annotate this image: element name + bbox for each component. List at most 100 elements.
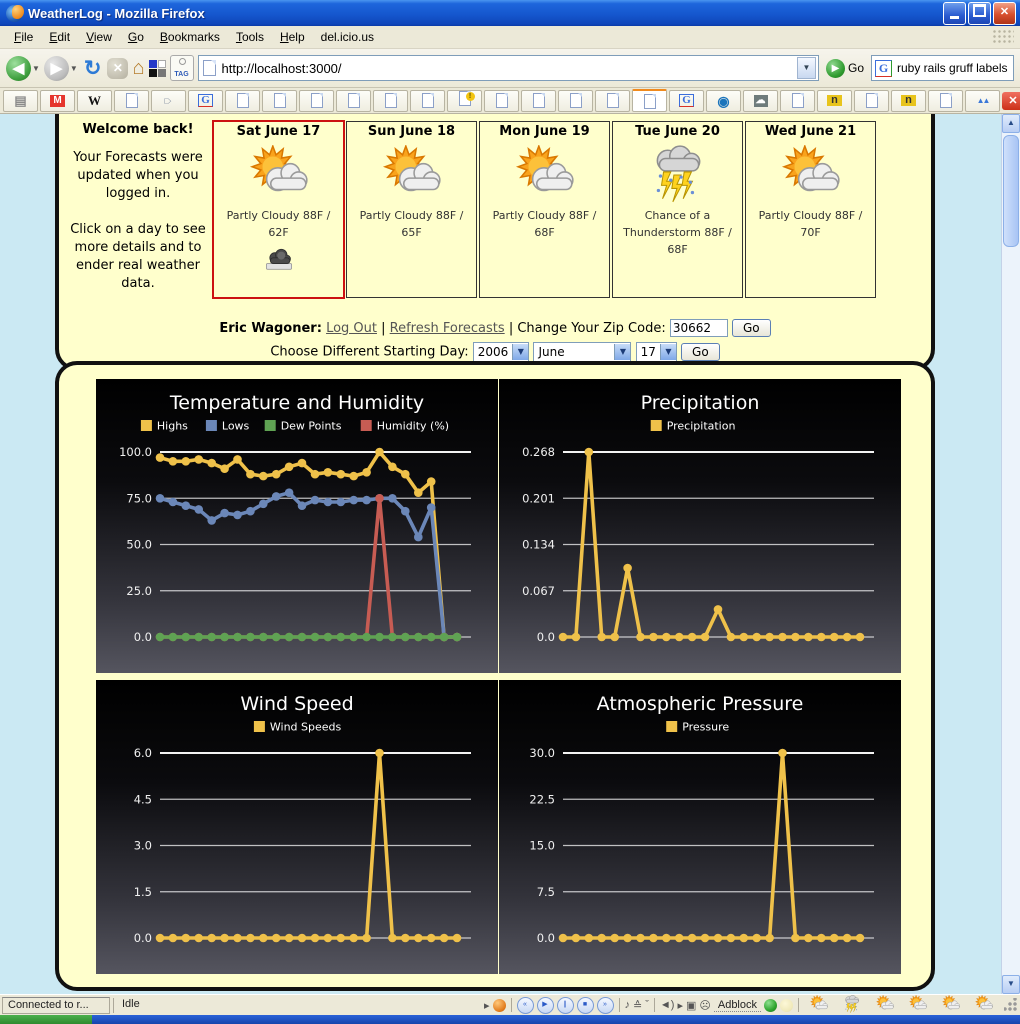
menu-bookmarks[interactable]: Bookmarks	[152, 28, 228, 46]
bookmark-item-6[interactable]	[225, 90, 260, 112]
stop-icon[interactable]: ■	[577, 997, 594, 1014]
bookmark-item-12[interactable]: !	[447, 90, 482, 112]
day-card-2[interactable]: Mon June 19Partly Cloudy 88F / 68F	[479, 121, 610, 298]
url-bar[interactable]: ▼	[198, 55, 819, 81]
search-bar[interactable]: G	[871, 55, 1014, 81]
start-day-go-button[interactable]: Go	[681, 343, 720, 361]
bookmarks-close-icon[interactable]: ✕	[1002, 92, 1020, 110]
resize-grip[interactable]	[1004, 998, 1018, 1012]
adblock-label[interactable]: Adblock	[714, 999, 761, 1012]
google-logo-icon[interactable]: G	[875, 60, 892, 77]
bookmark-item-9[interactable]	[336, 90, 371, 112]
back-dropdown-icon[interactable]: ▼	[32, 64, 40, 73]
bookmark-item-8[interactable]	[299, 90, 334, 112]
previous-icon[interactable]: «	[517, 997, 534, 1014]
day-select[interactable]: 17▼	[636, 342, 677, 362]
play-icon[interactable]: ▶	[537, 997, 554, 1014]
scroll-down-icon[interactable]: ▼	[1002, 975, 1020, 994]
scrollbar-track[interactable]	[1002, 249, 1020, 975]
month-select[interactable]: June▼	[533, 342, 631, 362]
bookmark-item-14[interactable]	[521, 90, 556, 112]
bookmark-item-25[interactable]	[928, 90, 963, 112]
tile-view-button[interactable]	[149, 60, 166, 77]
sad-face-icon[interactable]: ☹	[699, 999, 710, 1012]
bookmark-item-24[interactable]: n	[891, 90, 926, 112]
vertical-scrollbar[interactable]: ▲ ▼	[1001, 114, 1020, 994]
window-icon[interactable]: ▣	[686, 999, 696, 1012]
minimize-button[interactable]	[943, 2, 966, 25]
forward-button[interactable]: ▶▼	[44, 56, 78, 81]
next-icon[interactable]: »	[597, 997, 614, 1014]
maximize-button[interactable]	[968, 2, 991, 25]
menu-help[interactable]: Help	[272, 28, 313, 46]
bookmark-item-4[interactable]: ⌂	[151, 90, 186, 112]
day-card-4[interactable]: Wed June 21Partly Cloudy 88F / 70F	[745, 121, 876, 298]
close-button[interactable]: ✕	[993, 2, 1016, 25]
url-dropdown-icon[interactable]: ▼	[797, 57, 816, 79]
zip-input[interactable]	[670, 319, 728, 337]
tiles-icon	[149, 60, 166, 77]
tag-button[interactable]: TAG	[170, 55, 194, 81]
bookmark-item-26[interactable]: ▲▲	[965, 90, 1000, 112]
eject-icon[interactable]: ≙	[633, 999, 642, 1012]
collapse-icon[interactable]: ˇ	[645, 999, 649, 1011]
forward-dropdown-icon[interactable]: ▼	[70, 64, 78, 73]
forecastfox-partly-cloudy-icon[interactable]	[807, 995, 831, 1016]
volume-icon[interactable]: ◄)	[660, 999, 675, 1011]
zip-go-button[interactable]: Go	[732, 319, 771, 337]
url-input[interactable]	[220, 60, 793, 77]
forecastfox-partly-cloudy-icon[interactable]	[939, 995, 963, 1016]
adblock-status-icon[interactable]	[764, 999, 777, 1012]
scrollbar-thumb[interactable]	[1003, 135, 1019, 247]
day-card-1[interactable]: Sun June 18Partly Cloudy 88F / 65F	[346, 121, 477, 298]
home-button[interactable]: ⌂	[132, 57, 144, 80]
menu-del-icio-us[interactable]: del.icio.us	[313, 28, 382, 46]
scroll-up-icon[interactable]: ▲	[1002, 114, 1020, 133]
bookmark-item-21[interactable]	[780, 90, 815, 112]
bookmark-item-5[interactable]: G	[188, 90, 223, 112]
bookmark-item-13[interactable]	[484, 90, 519, 112]
bookmark-item-20[interactable]: ☁	[743, 90, 778, 112]
partly-cloudy-icon	[972, 995, 996, 1013]
forecastfox-thunderstorm-icon[interactable]	[840, 995, 864, 1016]
bookmark-item-17[interactable]	[632, 89, 667, 112]
day-card-3[interactable]: Tue June 20Chance of a Thunderstorm 88F …	[612, 121, 743, 298]
refresh-forecasts-link[interactable]: Refresh Forecasts	[390, 321, 505, 336]
bookmark-item-11[interactable]	[410, 90, 445, 112]
foxytunes-icon[interactable]	[493, 999, 506, 1012]
bookmark-item-16[interactable]	[595, 90, 630, 112]
menu-view[interactable]: View	[78, 28, 120, 46]
bookmark-item-0[interactable]: ▤	[3, 90, 38, 112]
menu-go[interactable]: Go	[120, 28, 152, 46]
search-input[interactable]	[895, 60, 1010, 76]
svg-text:0.0: 0.0	[134, 931, 152, 945]
bookmark-item-3[interactable]	[114, 90, 149, 112]
bookmark-item-7[interactable]	[262, 90, 297, 112]
forecastfox-partly-cloudy-icon[interactable]	[906, 995, 930, 1016]
bookmark-item-23[interactable]	[854, 90, 889, 112]
stop-button[interactable]: ✕	[107, 58, 128, 79]
bookmark-item-22[interactable]: n	[817, 90, 852, 112]
day-card-0[interactable]: Sat June 17Partly Cloudy 88F / 62F	[212, 120, 345, 299]
logout-link[interactable]: Log Out	[326, 321, 377, 336]
year-select[interactable]: 2006▼	[473, 342, 530, 362]
forecastfox-partly-cloudy-icon[interactable]	[972, 995, 996, 1016]
reload-button[interactable]: ↻	[82, 56, 104, 81]
bookmark-item-18[interactable]: G	[669, 90, 704, 112]
pause-icon[interactable]: ∥	[557, 997, 574, 1014]
menu-edit[interactable]: Edit	[41, 28, 78, 46]
menu-tools[interactable]: Tools	[228, 28, 272, 46]
bookmark-item-2[interactable]: W	[77, 90, 112, 112]
music-note-icon[interactable]: ♪	[625, 999, 631, 1011]
arrow-icon[interactable]: ▸	[677, 999, 683, 1012]
bookmark-item-15[interactable]	[558, 90, 593, 112]
back-button[interactable]: ◀▼	[6, 56, 40, 81]
go-button[interactable]: ▶ Go	[823, 59, 867, 78]
bookmark-item-19[interactable]: ◉	[706, 90, 741, 112]
menu-file[interactable]: File	[6, 28, 41, 46]
bookmark-item-1[interactable]: M	[40, 90, 75, 112]
expand-arrow-icon[interactable]: ▸	[484, 999, 490, 1012]
bookmark-item-10[interactable]	[373, 90, 408, 112]
moon-phase-icon[interactable]	[780, 999, 793, 1012]
forecastfox-partly-cloudy-icon[interactable]	[873, 995, 897, 1016]
